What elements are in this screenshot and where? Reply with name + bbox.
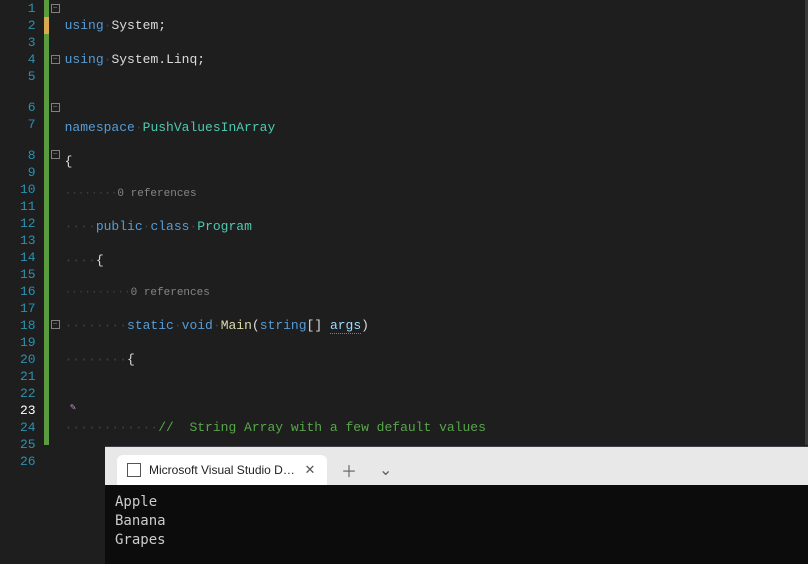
class-name: Program [197,219,252,234]
pencil-glyph-icon: ✎ [70,400,76,417]
new-tab-button[interactable]: ＋ [333,455,365,485]
output-line: Apple [115,494,157,510]
public-kw: public [96,219,143,234]
fold-toggle[interactable]: − [51,103,60,112]
brace: { [127,352,135,367]
close-icon[interactable]: ✕ [303,462,317,478]
terminal-panel[interactable]: Microsoft Visual Studio Debug ✕ ＋ ⌄ Appl… [105,446,808,564]
void-kw: void [182,318,213,333]
codelens-references[interactable]: 0 references [131,287,210,299]
brackets: [] [307,318,323,333]
param-type: string [260,318,307,333]
param-args: args [330,318,361,334]
paren: ) [361,318,369,333]
comment: // String Array with a few default value… [158,420,486,435]
static-kw: static [127,318,174,333]
brace: { [96,253,104,268]
namespace-name: PushValuesInArray [143,120,276,135]
terminal-tab[interactable]: Microsoft Visual Studio Debug ✕ [117,455,327,485]
terminal-tab-title: Microsoft Visual Studio Debug [149,463,295,477]
paren: ( [252,318,260,333]
terminal-output[interactable]: Apple Banana Grapes [105,485,808,558]
code-content[interactable]: using·using System;System; using·System.… [63,0,808,445]
output-line: Banana [115,513,166,529]
terminal-tabstrip: Microsoft Visual Studio Debug ✕ ＋ ⌄ [105,447,808,485]
fold-toggle[interactable]: − [51,320,60,329]
output-line: Grapes [115,532,166,548]
main-method: Main [221,318,252,333]
line-number-gutter: 12345 67 8910111213141516171819202122232… [0,0,44,445]
terminal-tab-icon [127,463,141,477]
namespace-kw: namespace [65,120,135,135]
fold-toggle[interactable]: − [51,150,60,159]
class-kw: class [150,219,189,234]
tab-chevron-down-icon[interactable]: ⌄ [371,455,400,485]
brace: { [65,154,73,169]
fold-toggle[interactable]: − [51,55,60,64]
fold-toggle[interactable]: − [51,4,60,13]
codelens-references[interactable]: 0 references [117,188,196,200]
code-fold-gutter[interactable]: − − − − − [49,0,63,445]
code-editor[interactable]: 12345 67 8910111213141516171819202122232… [0,0,808,445]
